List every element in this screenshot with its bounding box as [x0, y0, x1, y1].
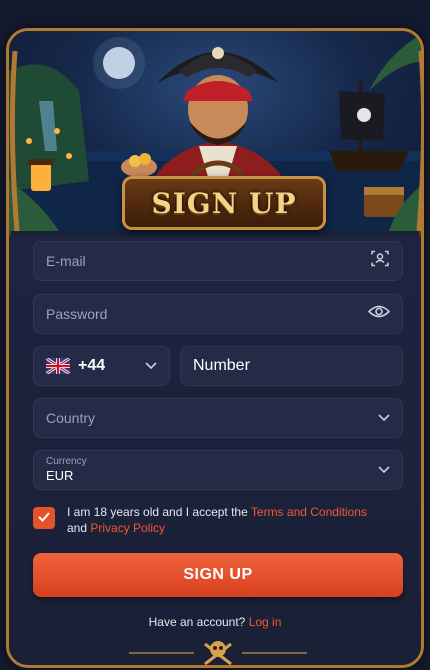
- user-scan-icon: [370, 249, 390, 274]
- number-placeholder: Number: [193, 357, 250, 374]
- uk-flag-icon: [45, 356, 71, 376]
- currency-value: EUR: [46, 468, 74, 483]
- password-field[interactable]: Password: [33, 294, 403, 334]
- country-placeholder: Country: [46, 410, 96, 426]
- chevron-down-icon: [145, 357, 157, 375]
- chevron-down-icon: [378, 409, 390, 427]
- age-terms-checkbox[interactable]: [33, 507, 55, 529]
- login-line: Have an account? Log in: [9, 615, 421, 629]
- signup-card: SIGN UP E-mail Password +44 Number Count…: [6, 28, 424, 668]
- chevron-down-icon: [378, 461, 390, 479]
- signup-button[interactable]: SIGN UP: [33, 553, 403, 597]
- login-link[interactable]: Log in: [249, 615, 282, 629]
- agreement-text: I am 18 years old and I accept the Terms…: [67, 504, 387, 536]
- email-placeholder: E-mail: [46, 253, 86, 269]
- privacy-link[interactable]: Privacy Policy: [90, 521, 165, 535]
- country-select[interactable]: Country: [33, 398, 403, 438]
- footer-decoration: [9, 636, 421, 665]
- signup-title-plaque: SIGN UP: [122, 176, 326, 230]
- eye-icon[interactable]: [367, 304, 391, 325]
- checkmark-icon: [38, 509, 50, 527]
- skull-crossbones-icon: [129, 641, 307, 665]
- terms-link[interactable]: Terms and Conditions: [251, 505, 367, 519]
- currency-select[interactable]: Currency EUR: [33, 450, 403, 490]
- page-title: SIGN UP: [151, 186, 297, 220]
- signup-form: E-mail Password +44 Number Country Curre…: [9, 236, 421, 665]
- email-field[interactable]: E-mail: [33, 241, 403, 281]
- password-placeholder: Password: [46, 306, 108, 322]
- agree-and: and: [67, 521, 91, 535]
- phone-code-value: +44: [78, 357, 106, 374]
- phone-code-select[interactable]: +44: [33, 346, 170, 386]
- currency-label: Currency: [46, 456, 87, 467]
- login-prompt: Have an account?: [148, 615, 249, 629]
- phone-number-input[interactable]: Number: [180, 346, 403, 386]
- agree-prefix: I am 18 years old and I accept the: [67, 505, 251, 519]
